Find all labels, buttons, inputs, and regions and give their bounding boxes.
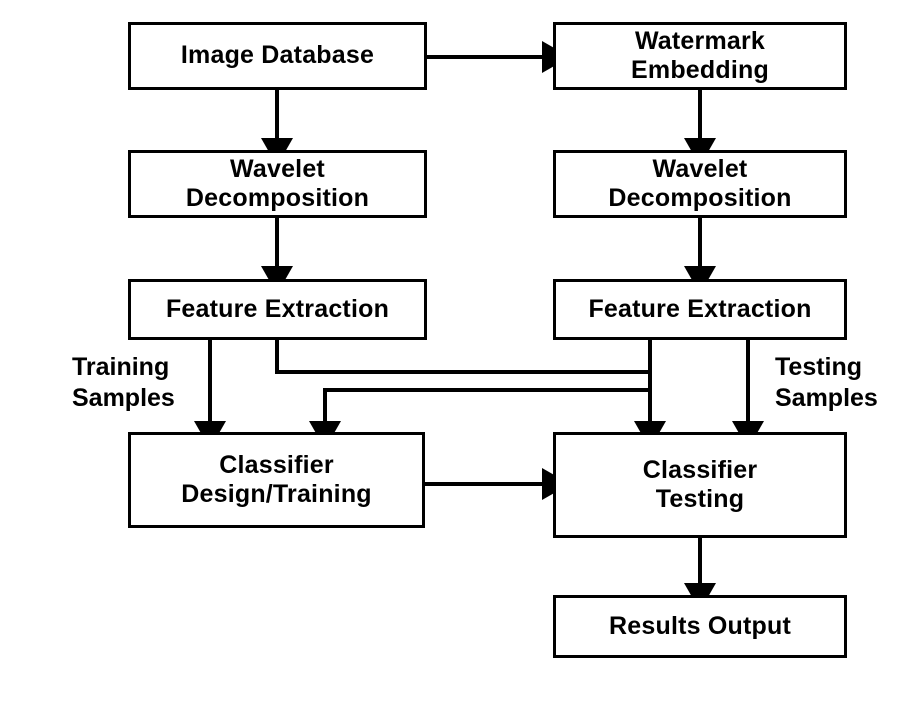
node-feature-extraction-right-label: Feature Extraction [588,294,812,323]
node-results-output[interactable]: Results Output [553,595,847,658]
node-classifier-design-training[interactable]: Classifier Design/Training [128,432,425,528]
node-wavelet-decomposition-right[interactable]: Wavelet Decomposition [553,150,847,218]
diagram-canvas: Image Database Watermark Embedding Wavel… [0,0,902,721]
node-wavelet-decomposition-left[interactable]: Wavelet Decomposition [128,150,427,218]
node-classifier-design-training-label: Classifier Design/Training [181,450,372,509]
node-feature-extraction-right[interactable]: Feature Extraction [553,279,847,340]
node-feature-extraction-left[interactable]: Feature Extraction [128,279,427,340]
node-results-output-label: Results Output [609,611,791,640]
node-image-database[interactable]: Image Database [128,22,427,90]
edge-label-training-samples: Training Samples [72,353,175,412]
node-classifier-testing[interactable]: Classifier Testing [553,432,847,538]
edge-feature-left-to-classifier-testing [275,340,666,449]
node-feature-extraction-left-label: Feature Extraction [165,294,390,323]
edge-feature-right-to-classifier-training [309,340,652,449]
node-watermark-embedding-label: Watermark Embedding [631,26,769,85]
node-wavelet-decomposition-right-label: Wavelet Decomposition [608,154,792,213]
node-wavelet-decomposition-left-label: Wavelet Decomposition [185,154,370,213]
edge-label-testing-samples: Testing Samples [775,353,878,412]
node-image-database-label: Image Database [180,41,375,70]
node-classifier-testing-label: Classifier Testing [642,455,758,514]
node-watermark-embedding[interactable]: Watermark Embedding [553,22,847,90]
